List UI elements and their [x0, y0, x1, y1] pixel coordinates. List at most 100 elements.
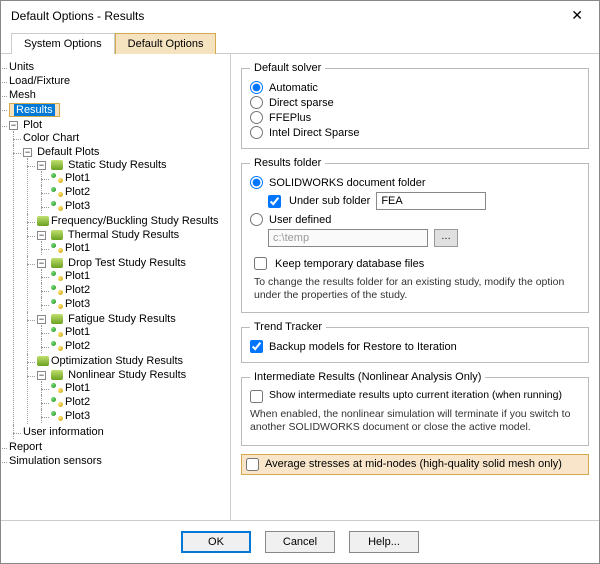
plot-icon	[51, 397, 63, 407]
tree-toggle-static[interactable]: −	[37, 161, 46, 170]
tree-node-nonlinear-plot1[interactable]: Plot1	[65, 382, 90, 394]
tree-node-load-fixture[interactable]: Load/Fixture	[9, 75, 70, 87]
tree-node-results[interactable]: Results	[14, 104, 55, 116]
tree-node-sim-sensors[interactable]: Simulation sensors	[9, 455, 102, 467]
radio-direct-sparse[interactable]	[250, 96, 263, 109]
tree-node-nonlinear-plot2[interactable]: Plot2	[65, 396, 90, 408]
tree-node-fatigue-plot1[interactable]: Plot1	[65, 326, 90, 338]
radio-ffeplus[interactable]	[250, 111, 263, 124]
tree-node-mesh[interactable]: Mesh	[9, 89, 36, 101]
content-area: Units Load/Fixture Mesh Results − Plot C…	[1, 54, 599, 520]
study-icon	[37, 356, 49, 366]
default-solver-group: Default solver Automatic Direct sparse F…	[241, 62, 589, 149]
tree-node-results-wrap: Results	[9, 103, 60, 117]
plot-icon	[51, 201, 63, 211]
right-pane: Default solver Automatic Direct sparse F…	[231, 54, 599, 520]
label-intel-direct[interactable]: Intel Direct Sparse	[269, 127, 359, 139]
label-user-defined[interactable]: User defined	[269, 214, 331, 226]
label-ffeplus[interactable]: FFEPlus	[269, 112, 311, 124]
tree-node-fatigue[interactable]: Fatigue Study Results	[68, 313, 176, 325]
tabstrip: System Options Default Options	[1, 28, 599, 54]
plot-icon	[51, 271, 63, 281]
plot-icon	[51, 285, 63, 295]
tree-node-droptest-plot3[interactable]: Plot3	[65, 298, 90, 310]
tree-node-nonlinear-plot3[interactable]: Plot3	[65, 410, 90, 422]
tree-node-freq-buckling[interactable]: Frequency/Buckling Study Results	[51, 215, 219, 227]
study-icon	[51, 160, 63, 170]
tree-node-droptest-plot1[interactable]: Plot1	[65, 270, 90, 282]
trend-tracker-group: Trend Tracker Backup models for Restore …	[241, 321, 589, 363]
tree-node-plot[interactable]: Plot	[23, 119, 42, 131]
tree-toggle-thermal[interactable]: −	[37, 231, 46, 240]
checkbox-keep-temp[interactable]	[254, 257, 267, 270]
study-icon	[37, 216, 49, 226]
intermediate-note: When enabled, the nonlinear simulation w…	[250, 408, 580, 434]
label-sw-folder[interactable]: SOLIDWORKS document folder	[269, 177, 426, 189]
study-icon	[51, 230, 63, 240]
titlebar: Default Options - Results ✕	[1, 1, 599, 28]
plot-icon	[51, 411, 63, 421]
study-icon	[51, 314, 63, 324]
label-automatic[interactable]: Automatic	[269, 82, 318, 94]
plot-icon	[51, 173, 63, 183]
avg-stress-row: Average stresses at mid-nodes (high-qual…	[241, 454, 589, 475]
plot-icon	[51, 327, 63, 337]
checkbox-show-intermediate[interactable]	[250, 390, 263, 403]
radio-intel-direct[interactable]	[250, 126, 263, 139]
study-icon	[51, 370, 63, 380]
tree-toggle-plot[interactable]: −	[9, 121, 18, 130]
dialog-window: Default Options - Results ✕ System Optio…	[0, 0, 600, 564]
ok-button[interactable]: OK	[181, 531, 251, 553]
input-subfolder[interactable]	[376, 192, 486, 210]
tree-node-static-plot3[interactable]: Plot3	[65, 200, 90, 212]
plot-icon	[51, 187, 63, 197]
tree-pane: Units Load/Fixture Mesh Results − Plot C…	[1, 54, 231, 520]
tree-node-droptest-plot2[interactable]: Plot2	[65, 284, 90, 296]
plot-icon	[51, 243, 63, 253]
tree-node-static-study[interactable]: Static Study Results	[68, 159, 166, 171]
tree-toggle-nonlinear[interactable]: −	[37, 371, 46, 380]
tree-node-static-plot2[interactable]: Plot2	[65, 186, 90, 198]
tab-system-options[interactable]: System Options	[11, 33, 115, 54]
browse-button[interactable]: …	[434, 229, 458, 247]
button-bar: OK Cancel Help...	[1, 520, 599, 563]
tree-toggle-fatigue[interactable]: −	[37, 315, 46, 324]
tree-node-color-chart[interactable]: Color Chart	[23, 132, 79, 144]
tree-node-static-plot1[interactable]: Plot1	[65, 172, 90, 184]
radio-automatic[interactable]	[250, 81, 263, 94]
plot-icon	[51, 299, 63, 309]
tree-node-default-plots[interactable]: Default Plots	[37, 146, 99, 158]
tree-toggle-droptest[interactable]: −	[37, 259, 46, 268]
tree-node-thermal-study[interactable]: Thermal Study Results	[68, 229, 179, 241]
tree-toggle-default-plots[interactable]: −	[23, 148, 32, 157]
checkbox-backup-models[interactable]	[250, 340, 263, 353]
radio-user-defined[interactable]	[250, 213, 263, 226]
options-tree: Units Load/Fixture Mesh Results − Plot C…	[5, 60, 226, 468]
window-title: Default Options - Results	[11, 9, 144, 23]
tab-default-options[interactable]: Default Options	[115, 33, 217, 54]
label-avg-stress[interactable]: Average stresses at mid-nodes (high-qual…	[265, 458, 562, 470]
tree-node-fatigue-plot2[interactable]: Plot2	[65, 340, 90, 352]
tree-node-thermal-plot1[interactable]: Plot1	[65, 242, 90, 254]
tree-node-optimization[interactable]: Optimization Study Results	[51, 355, 183, 367]
intermediate-results-legend: Intermediate Results (Nonlinear Analysis…	[250, 371, 485, 383]
label-under-subfolder[interactable]: Under sub folder	[289, 195, 370, 207]
help-button[interactable]: Help...	[349, 531, 419, 553]
checkbox-avg-stress[interactable]	[246, 458, 259, 471]
study-icon	[51, 258, 63, 268]
tree-node-report[interactable]: Report	[9, 441, 42, 453]
intermediate-results-group: Intermediate Results (Nonlinear Analysis…	[241, 371, 589, 445]
tree-node-nonlinear[interactable]: Nonlinear Study Results	[68, 369, 186, 381]
close-icon[interactable]: ✕	[565, 7, 589, 24]
cancel-button[interactable]: Cancel	[265, 531, 335, 553]
label-direct-sparse[interactable]: Direct sparse	[269, 97, 334, 109]
label-show-intermediate[interactable]: Show intermediate results upto current i…	[269, 390, 562, 402]
tree-node-user-info[interactable]: User information	[23, 426, 104, 438]
label-keep-temp[interactable]: Keep temporary database files	[275, 258, 424, 270]
input-user-path	[268, 229, 428, 247]
tree-node-drop-test[interactable]: Drop Test Study Results	[68, 257, 186, 269]
tree-node-units[interactable]: Units	[9, 61, 34, 73]
label-backup-models[interactable]: Backup models for Restore to Iteration	[269, 341, 457, 353]
checkbox-under-subfolder[interactable]	[268, 195, 281, 208]
radio-sw-folder[interactable]	[250, 176, 263, 189]
